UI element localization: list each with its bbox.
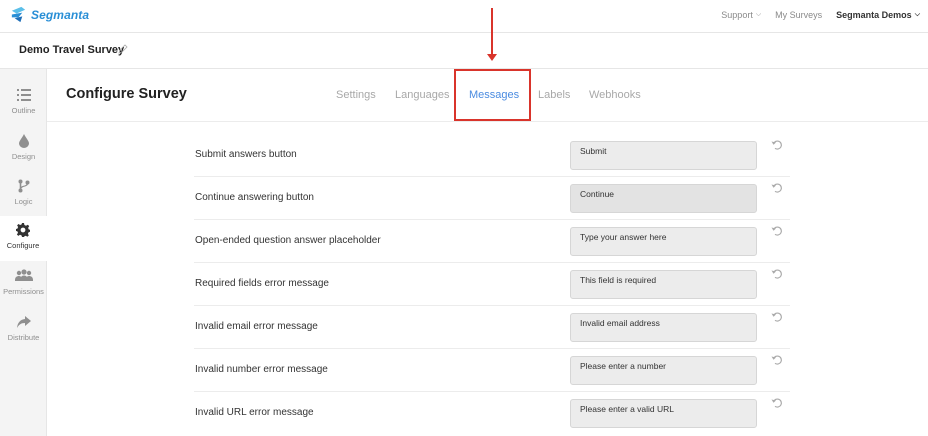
my-surveys-link[interactable]: My Surveys [775, 10, 822, 20]
survey-title: Demo Travel Survey [19, 44, 125, 56]
sidebar-item-label: Configure [6, 241, 40, 250]
users-icon [14, 269, 33, 281]
row-label: Submit answers button [195, 149, 297, 160]
top-bar: Segmanta Support ⌵ My Surveys Segmanta D… [0, 0, 928, 33]
sidebar-item-label: Outline [11, 106, 36, 115]
gear-icon [16, 223, 30, 237]
reset-icon[interactable] [771, 225, 783, 237]
row-label: Invalid number error message [195, 364, 328, 375]
sidebar-item-permissions[interactable]: Permissions [0, 262, 47, 307]
logo[interactable]: Segmanta [9, 5, 89, 24]
sidebar-item-configure[interactable]: Configure [0, 216, 47, 261]
brand-name: Segmanta [31, 7, 90, 22]
number-error-text-field[interactable]: Please enter a number [570, 356, 757, 385]
required-error-text-field[interactable]: This field is required [570, 270, 757, 299]
email-error-text-field[interactable]: Invalid email address [570, 313, 757, 342]
row-label: Required fields error message [195, 278, 329, 289]
sidebar: Outline Design Logic Configure Permissio… [0, 69, 47, 436]
reset-icon[interactable] [771, 311, 783, 323]
sidebar-item-design[interactable]: Design [0, 127, 47, 172]
row-label: Invalid email error message [195, 321, 318, 332]
url-error-text-field[interactable]: Please enter a valid URL [570, 399, 757, 428]
row-label: Open-ended question answer placeholder [195, 235, 381, 246]
reset-icon[interactable] [771, 139, 783, 151]
sidebar-item-distribute[interactable]: Distribute [0, 308, 47, 353]
sidebar-item-label: Permissions [3, 287, 44, 296]
message-row-email: Invalid email error message Invalid emai… [194, 306, 790, 349]
sidebar-item-label: Logic [14, 197, 33, 206]
reset-icon[interactable] [771, 354, 783, 366]
divider [47, 121, 928, 122]
tab-highlight-box [454, 69, 531, 121]
reset-icon[interactable] [771, 268, 783, 280]
message-row-continue: Continue answering button Continue [194, 177, 790, 220]
submit-button-text-field[interactable]: Submit [570, 141, 757, 170]
sidebar-item-outline[interactable]: Outline [0, 81, 47, 126]
tab-languages[interactable]: Languages [395, 89, 449, 101]
support-label: Support [721, 10, 753, 20]
support-menu[interactable]: Support ⌵ [721, 10, 761, 20]
account-menu[interactable]: Segmanta Demos ⌵ [836, 10, 920, 20]
placeholder-text-field[interactable]: Type your answer here [570, 227, 757, 256]
survey-title-bar: Demo Travel Survey [0, 33, 928, 69]
drop-icon [18, 134, 29, 148]
message-row-submit: Submit answers button Submit [194, 134, 790, 177]
arrow-down-icon [487, 54, 497, 61]
message-row-number: Invalid number error message Please ente… [194, 349, 790, 392]
segmanta-logo-icon [11, 6, 26, 23]
chevron-down-icon: ⌵ [914, 11, 920, 18]
message-row-required: Required fields error message This field… [194, 263, 790, 306]
message-row-url: Invalid URL error message Please enter a… [194, 392, 790, 435]
branch-icon [18, 179, 29, 193]
sidebar-item-label: Distribute [7, 333, 40, 342]
row-label: Continue answering button [195, 192, 314, 203]
continue-button-text-field[interactable]: Continue [570, 184, 757, 213]
message-row-placeholder: Open-ended question answer placeholder T… [194, 220, 790, 263]
reset-icon[interactable] [771, 182, 783, 194]
row-label: Invalid URL error message [195, 407, 314, 418]
share-icon [16, 316, 31, 328]
tab-labels[interactable]: Labels [538, 89, 570, 101]
account-label: Segmanta Demos [836, 10, 912, 20]
annotation-arrow [491, 8, 493, 56]
top-nav: Support ⌵ My Surveys Segmanta Demos ⌵ [721, 10, 920, 20]
sidebar-item-logic[interactable]: Logic [0, 172, 47, 217]
pencil-icon[interactable] [118, 44, 128, 54]
sidebar-item-label: Design [11, 152, 36, 161]
tab-settings[interactable]: Settings [336, 89, 376, 101]
reset-icon[interactable] [771, 397, 783, 409]
chevron-down-icon: ⌵ [755, 11, 762, 18]
page-title: Configure Survey [66, 86, 187, 102]
tab-webhooks[interactable]: Webhooks [589, 89, 641, 101]
list-icon [16, 89, 31, 101]
